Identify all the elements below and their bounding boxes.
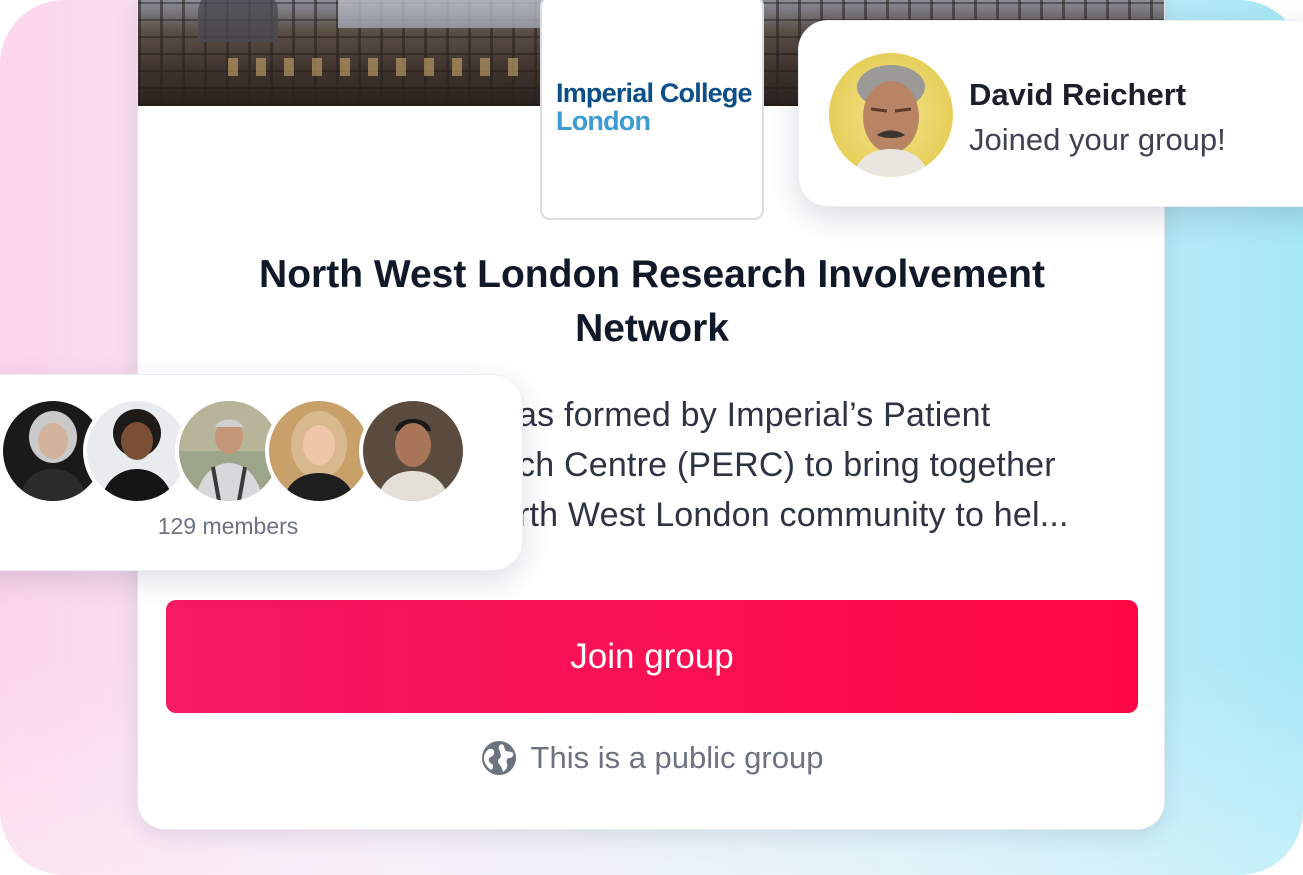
join-notification-card: David Reichert Joined your group! [798, 20, 1303, 207]
members-count: 129 members [157, 513, 299, 539]
public-group-notice: This is a public group [138, 736, 1164, 780]
public-group-label: This is a public group [530, 740, 824, 775]
members-card: 129 members [0, 374, 523, 571]
member-avatars [0, 397, 479, 505]
globe-icon [481, 740, 517, 776]
notification-user-name: David Reichert [969, 77, 1187, 112]
notification-message: Joined your group! [969, 122, 1226, 157]
logo-text-line2: London [556, 106, 651, 136]
logo-text-line1: Imperial College [556, 78, 753, 108]
user-avatar [829, 53, 953, 177]
join-group-button[interactable]: Join group [166, 600, 1138, 713]
member-avatar-4 [265, 397, 373, 505]
group-title: North West London Research Involvement N… [259, 253, 1045, 350]
group-description: as formed by Imperial’s Patient ch Centr… [518, 396, 1069, 534]
member-avatar-5 [359, 397, 467, 505]
group-logo: Imperial College London [540, 0, 764, 220]
